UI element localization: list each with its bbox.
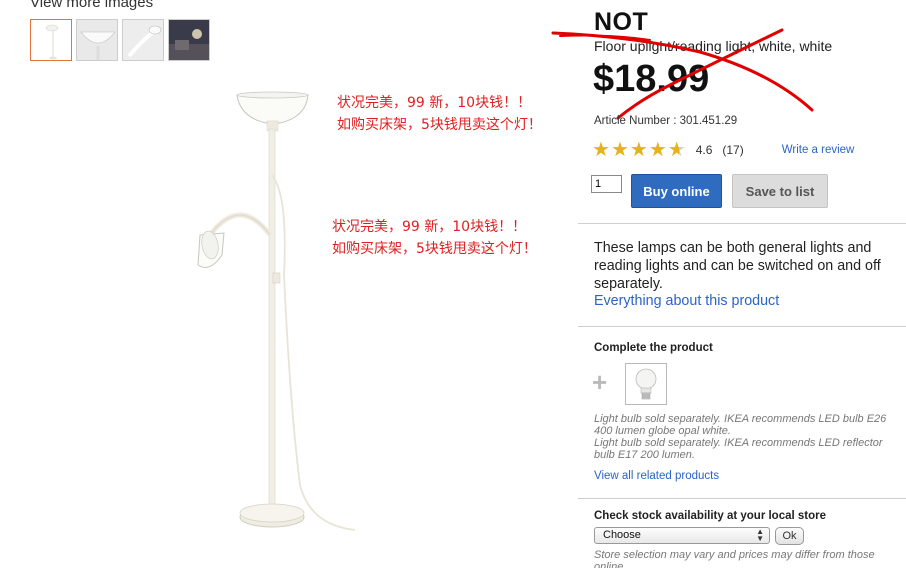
note-2-line-1: 状况完美，99 新，10块钱！！: [332, 219, 527, 235]
handwritten-note-2: 状况完美，99 新，10块钱！！ 如购买床架，5块钱甩卖这个灯！: [332, 216, 537, 260]
bulb-note-line-1: Light bulb sold separately. IKEA recomme…: [594, 413, 887, 437]
stock-check-title: Check stock availability at your local s…: [594, 510, 827, 522]
product-price: $18.99: [593, 58, 710, 100]
divider: [578, 326, 906, 327]
rating-count: (17): [722, 143, 744, 157]
bulb-note-line-2: Light bulb sold separately. IKEA recomme…: [594, 437, 883, 461]
write-review-link[interactable]: Write a review: [782, 144, 855, 156]
product-description: Floor uplight/reading light, white, whit…: [594, 38, 833, 54]
rating-row: ★ ★ ★ ★ ★ 4.6 (17) Write a review: [592, 140, 854, 160]
thumbnail-lamp-shade[interactable]: [76, 19, 118, 61]
quantity-input[interactable]: [591, 175, 622, 193]
bulb-recommendation-note: Light bulb sold separately. IKEA recomme…: [594, 413, 894, 461]
note-1-line-1: 状况完美，99 新，10块钱！！: [337, 95, 532, 111]
star-icon: ★: [592, 139, 610, 161]
thumbnail-room-scene[interactable]: [168, 19, 210, 61]
save-to-list-button[interactable]: Save to list: [732, 174, 828, 208]
everything-about-product-link[interactable]: Everything about this product: [594, 293, 779, 309]
store-selection-note: Store selection may vary and prices may …: [594, 549, 875, 568]
floor-lamp-thumb-image: [45, 24, 59, 60]
divider: [578, 498, 906, 499]
star-icon: ★: [610, 139, 629, 161]
light-bulb-product-thumbnail[interactable]: [625, 363, 667, 405]
note-1-line-2: 如购买床架，5块钱甩卖这个灯！: [337, 117, 542, 133]
thumbnail-floor-lamp[interactable]: [30, 19, 72, 61]
article-number: Article Number : 301.451.29: [594, 115, 738, 127]
store-select-dropdown[interactable]: Choose ▲ ▼: [594, 527, 770, 544]
floor-lamp-product-image: [197, 91, 356, 531]
light-bulb-icon: [635, 368, 657, 400]
star-icon: ★: [648, 139, 667, 161]
rating-stars: ★ ★ ★ ★ ★: [592, 140, 686, 160]
star-icon: ★: [629, 139, 648, 161]
divider: [578, 223, 906, 224]
note-2-line-2: 如购买床架，5块钱甩卖这个灯！: [332, 241, 537, 257]
ok-button[interactable]: Ok: [775, 527, 804, 545]
view-more-images-label: View more images: [30, 0, 154, 11]
reading-arm-thumb-image: [123, 20, 163, 60]
complete-product-title: Complete the product: [594, 342, 713, 354]
partial-star-icon: ★: [667, 139, 686, 161]
rating-value: 4.6: [695, 143, 713, 157]
buy-online-button[interactable]: Buy online: [631, 174, 722, 208]
product-summary: These lamps can be both general lights a…: [594, 240, 881, 292]
plus-icon: +: [592, 367, 608, 397]
store-select-value: Choose: [603, 529, 641, 541]
lamp-shade-thumb-image: [77, 20, 117, 60]
room-scene-thumb-image: [169, 20, 209, 60]
thumbnail-strip: [30, 19, 210, 61]
thumbnail-reading-arm[interactable]: [122, 19, 164, 61]
view-related-products-link[interactable]: View all related products: [594, 470, 719, 482]
handwritten-note-1: 状况完美，99 新，10块钱！！ 如购买床架，5块钱甩卖这个灯！: [337, 92, 542, 136]
select-arrows-icon: ▲ ▼: [756, 527, 764, 543]
product-name: NOT: [594, 8, 649, 36]
